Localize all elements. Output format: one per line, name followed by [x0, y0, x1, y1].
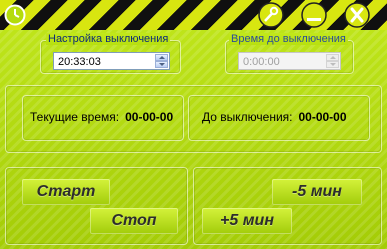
- shutdown-time-value: 20:33:03: [58, 56, 101, 68]
- time-until-value: 0:00:00: [243, 56, 280, 68]
- time-until-input: 0:00:00: [238, 52, 341, 70]
- arrow-up-icon: [329, 56, 336, 59]
- until-shutdown-label: До выключения:: [202, 110, 293, 124]
- close-button[interactable]: [343, 2, 371, 28]
- time-until-group: Время до выключения 0:00:00: [225, 33, 354, 74]
- shutdown-settings-legend: Настройка выключения: [46, 33, 171, 45]
- shutdown-time-input[interactable]: 20:33:03: [53, 52, 170, 70]
- until-shutdown-display: До выключения: 00-00-00: [202, 110, 347, 124]
- title-bar[interactable]: [0, 0, 387, 30]
- start-button[interactable]: Старт: [22, 179, 110, 205]
- spin-up-button: [326, 54, 339, 61]
- until-shutdown-value: 00-00-00: [298, 110, 347, 124]
- spin-down-button[interactable]: [155, 61, 168, 68]
- minus-5-minutes-button[interactable]: -5 мин: [272, 179, 362, 205]
- current-time-display: Текущие время: 00-00-00: [30, 110, 173, 124]
- minimize-button[interactable]: [300, 2, 328, 28]
- settings-button[interactable]: [257, 2, 285, 28]
- arrow-down-icon: [329, 63, 336, 66]
- current-time-label: Текущие время:: [30, 110, 120, 124]
- arrow-down-icon: [158, 63, 165, 66]
- stop-button[interactable]: Стоп: [90, 208, 178, 234]
- current-time-value: 00-00-00: [125, 110, 174, 124]
- shutdown-time-spinner[interactable]: [155, 54, 168, 68]
- spin-down-button: [326, 61, 339, 68]
- plus-5-minutes-button[interactable]: +5 мин: [202, 208, 292, 234]
- time-until-legend: Время до выключения: [229, 33, 348, 45]
- shutdown-settings-group: Настройка выключения 20:33:03: [40, 33, 181, 74]
- time-until-spinner: [326, 54, 339, 68]
- spin-up-button[interactable]: [155, 54, 168, 61]
- arrow-up-icon: [158, 56, 165, 59]
- minimize-icon: [307, 18, 321, 21]
- clock-icon: [4, 4, 26, 26]
